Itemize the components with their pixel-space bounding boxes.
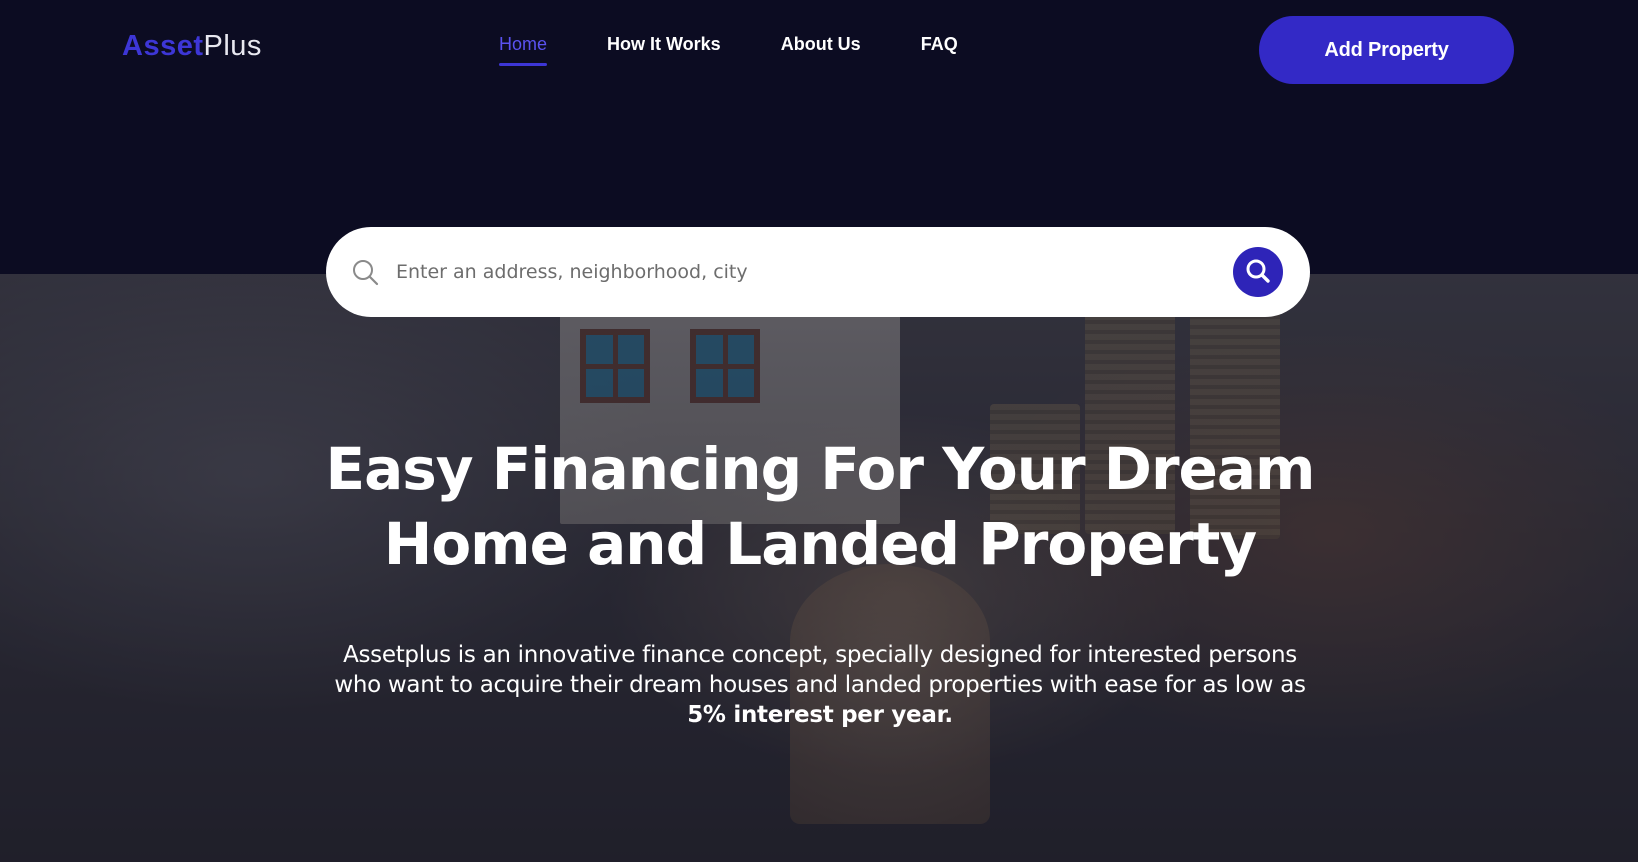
- hero-description-text: Assetplus is an innovative finance conce…: [334, 642, 1306, 698]
- nav-faq[interactable]: FAQ: [921, 34, 958, 55]
- add-property-button[interactable]: Add Property: [1259, 16, 1514, 84]
- site-logo[interactable]: AssetPlus: [122, 30, 262, 63]
- main-nav: Home How It Works About Us FAQ: [499, 34, 958, 66]
- nav-how-it-works[interactable]: How It Works: [607, 34, 721, 55]
- nav-about-us[interactable]: About Us: [781, 34, 861, 55]
- search-bar: [326, 227, 1310, 317]
- hero-headline-line1: Easy Financing For Your Dream: [325, 435, 1316, 503]
- search-icon: [1244, 257, 1272, 288]
- logo-text-plus: Plus: [203, 30, 262, 62]
- search-input[interactable]: [396, 249, 1196, 295]
- house-window-left: [580, 329, 650, 403]
- nav-home[interactable]: Home: [499, 34, 548, 66]
- logo-text-asset: Asset: [122, 30, 204, 62]
- hero-headline: Easy Financing For Your Dream Home and L…: [300, 432, 1340, 582]
- site-header: AssetPlus Home How It Works About Us FAQ…: [0, 0, 1638, 100]
- hero-description: Assetplus is an innovative finance conce…: [320, 640, 1320, 730]
- house-window-right: [690, 329, 760, 403]
- search-submit-button[interactable]: [1233, 247, 1283, 297]
- hero-description-highlight: 5% interest per year.: [687, 702, 953, 728]
- hero-headline-line2: Home and Landed Property: [383, 510, 1257, 578]
- magnifier-icon: [350, 257, 380, 287]
